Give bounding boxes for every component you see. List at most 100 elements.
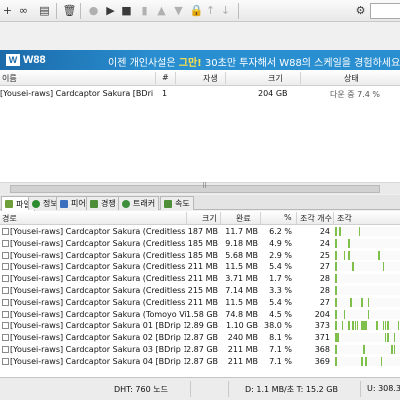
user-icon[interactable]: ● (86, 3, 101, 18)
column-divider (175, 72, 176, 84)
file-row[interactable]: [Yousei-raws] Cardcaptor Sakura 04 [BDri… (0, 356, 400, 367)
file-checkbox[interactable] (2, 287, 9, 294)
file-row[interactable]: [Yousei-raws] Cardcaptor Sakura (Creditl… (0, 285, 400, 296)
tab-peers[interactable]: 피어 (56, 196, 90, 210)
file-pieces-bar (335, 262, 400, 272)
column-divider (225, 72, 226, 84)
torrent-row[interactable]: [Yousei-raws] Cardcaptor Sakura [BDrip 1… (0, 87, 400, 101)
search-input[interactable] (370, 3, 400, 19)
piece-mark (387, 333, 389, 343)
ad-banner[interactable]: W W88 이젠 개인사설은 그만! 30초만 투자해서 W88의 스케일을 경험… (0, 50, 400, 70)
file-done: 11.7 MB (225, 227, 258, 236)
file-name: [Yousei-raws] Cardcaptor Sakura 04 [BDri… (10, 356, 186, 366)
file-row[interactable]: [Yousei-raws] Cardcaptor Sakura (Creditl… (0, 273, 400, 284)
column-health[interactable]: 자생 (203, 73, 218, 84)
file-row[interactable]: [Yousei-raws] Cardcaptor Sakura 03 [BDri… (0, 344, 400, 355)
toolbar-divider (80, 3, 81, 19)
tab-pieces[interactable]: 경쟁 (86, 196, 120, 210)
file-percent: 7.1 % (269, 345, 292, 354)
file-checkbox[interactable] (2, 298, 9, 306)
down-icon[interactable]: ▼ (171, 3, 186, 18)
file-done: 5.68 MB (225, 250, 258, 260)
file-piece-count: 369 (314, 356, 330, 366)
file-checkbox[interactable] (2, 310, 9, 318)
column-status[interactable]: 상태 (344, 73, 359, 84)
arrow-up-icon[interactable]: ↑ (203, 3, 218, 18)
file-checkbox[interactable] (2, 346, 9, 353)
remove-torrent-icon[interactable]: 🗑 (62, 3, 77, 18)
tab-speed[interactable]: 속도 (160, 196, 194, 210)
column-size[interactable]: 크기 (202, 213, 217, 224)
piece-mark (335, 227, 337, 236)
folder-icon (5, 200, 13, 208)
file-piece-count: 28 (319, 286, 330, 295)
add-torrent-icon[interactable]: + (0, 3, 15, 18)
column-num[interactable]: # (162, 73, 169, 82)
file-row[interactable]: [Yousei-raws] Cardcaptor Sakura (Creditl… (0, 250, 400, 261)
file-name: [Yousei-raws] Cardcaptor Sakura (Creditl… (10, 238, 186, 248)
file-percent: 1.7 % (269, 274, 292, 284)
piece-mark (397, 321, 400, 331)
stop-icon[interactable]: ■ (119, 3, 134, 18)
file-pieces-bar (335, 250, 400, 260)
lock-icon[interactable]: 🔒 (189, 3, 204, 18)
column-size[interactable]: 크기 (268, 73, 283, 84)
piece-mark (337, 333, 339, 343)
column-pct[interactable]: % (284, 213, 292, 222)
file-size: 2.87 GB (186, 333, 218, 343)
create-torrent-icon[interactable]: ▤ (37, 3, 52, 18)
file-percent: 3.3 % (269, 286, 292, 295)
status-bar: DHT: 760 노드 D: 1.1 MB/초 T: 15.2 GB U: 30… (0, 377, 400, 400)
file-checkbox[interactable] (2, 357, 9, 365)
column-pieces[interactable]: 조각 (337, 213, 352, 224)
add-link-icon[interactable]: ∞ (16, 3, 31, 18)
torrent-num: 1 (162, 89, 168, 98)
file-percent: 5.4 % (269, 297, 292, 307)
file-piece-count: 28 (319, 274, 330, 284)
file-name: [Yousei-raws] Cardcaptor Sakura (Creditl… (10, 250, 186, 260)
piece-mark (335, 238, 337, 248)
file-row[interactable]: [Yousei-raws] Cardcaptor Sakura 01 [BDri… (0, 320, 400, 331)
file-checkbox[interactable] (2, 239, 9, 247)
column-pcs[interactable]: 조각 개수 (300, 213, 332, 224)
scrollbar-thumb[interactable] (10, 185, 380, 193)
file-checkbox[interactable] (2, 322, 9, 330)
column-divider (300, 72, 301, 84)
piece-mark (335, 309, 337, 319)
file-pieces-bar (335, 274, 400, 284)
torrent-name: [Yousei-raws] Cardcaptor Sakura [BDrip 1… (0, 89, 153, 98)
piece-mark (348, 250, 350, 260)
file-checkbox[interactable] (2, 263, 9, 271)
piece-mark (365, 356, 367, 366)
up-icon[interactable]: ▲ (154, 3, 169, 18)
column-divider (220, 212, 221, 224)
file-checkbox[interactable] (2, 275, 9, 283)
horizontal-scrollbar[interactable]: ⠿ (0, 182, 400, 194)
file-checkbox[interactable] (2, 251, 9, 259)
file-row[interactable]: [Yousei-raws] Cardcaptor Sakura 02 [BDri… (0, 332, 400, 343)
settings-icon[interactable]: ⚙ (353, 3, 368, 18)
piece-mark (361, 356, 363, 366)
arrow-down-icon[interactable]: ↓ (218, 3, 233, 18)
piece-mark (393, 345, 395, 354)
start-icon[interactable]: ▶ (103, 3, 118, 18)
ad-logo: W W88 (6, 54, 46, 66)
column-path[interactable]: 경로 (2, 213, 17, 224)
file-row[interactable]: [Yousei-raws] Cardcaptor Sakura (Tomoyo … (0, 309, 400, 320)
files-panel[interactable]: 경로 크기 완료 % 조각 개수 조각 [Yousei-raws] Cardca… (0, 211, 400, 377)
file-checkbox[interactable] (2, 228, 9, 235)
file-row[interactable]: [Yousei-raws] Cardcaptor Sakura (Creditl… (0, 297, 400, 308)
file-row[interactable]: [Yousei-raws] Cardcaptor Sakura (Creditl… (0, 226, 400, 237)
file-pieces-bar (335, 238, 400, 248)
pause-icon[interactable]: ▮ (137, 3, 152, 18)
file-pieces-bar (335, 227, 400, 236)
file-piece-count: 368 (314, 345, 330, 354)
file-row[interactable]: [Yousei-raws] Cardcaptor Sakura (Creditl… (0, 261, 400, 272)
column-done[interactable]: 완료 (236, 213, 251, 224)
column-name[interactable]: 이름 (2, 73, 17, 84)
file-checkbox[interactable] (2, 334, 9, 342)
file-percent: 38.0 % (264, 321, 292, 331)
tab-trackers[interactable]: 트래커 (118, 196, 160, 210)
file-row[interactable]: [Yousei-raws] Cardcaptor Sakura (Creditl… (0, 238, 400, 249)
file-percent: 5.4 % (269, 262, 292, 272)
